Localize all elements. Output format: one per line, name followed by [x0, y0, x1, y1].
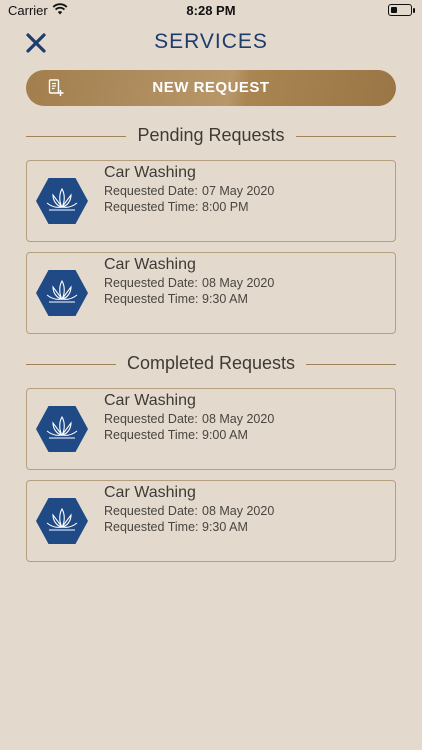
service-logo-icon: [36, 498, 88, 544]
request-card[interactable]: Car Washing Requested Date: 08 May 2020 R…: [26, 252, 396, 334]
requested-date-value: 07 May 2020: [202, 184, 275, 198]
requested-time-row: Requested Time: 9:00 AM: [104, 428, 248, 442]
service-logo-icon: [36, 270, 88, 316]
status-time: 8:28 PM: [186, 3, 236, 18]
pending-requests-heading: Pending Requests: [26, 125, 396, 149]
requested-time-row: Requested Time: 9:30 AM: [104, 292, 248, 306]
battery-icon: [388, 4, 415, 16]
page-title: SERVICES: [154, 30, 268, 53]
requested-time-row: Requested Time: 9:30 AM: [104, 520, 248, 534]
requested-date-label: Requested Date:: [104, 184, 198, 198]
service-name: Car Washing: [104, 392, 196, 409]
status-bar: Carrier 8:28 PM: [0, 0, 422, 22]
service-name: Car Washing: [104, 164, 196, 181]
requested-date-row: Requested Date: 07 May 2020: [104, 184, 274, 198]
requested-time-value: 9:30 AM: [202, 292, 248, 306]
pending-requests-title: Pending Requests: [129, 125, 293, 145]
requested-date-value: 08 May 2020: [202, 504, 275, 518]
requested-time-value: 8:00 PM: [202, 200, 249, 214]
requested-date-row: Requested Date: 08 May 2020: [104, 504, 274, 518]
completed-requests-heading: Completed Requests: [26, 353, 396, 377]
request-card[interactable]: Car Washing Requested Date: 08 May 2020 R…: [26, 480, 396, 562]
requested-time-label: Requested Time:: [104, 428, 199, 442]
requested-date-value: 08 May 2020: [202, 412, 275, 426]
requested-time-value: 9:00 AM: [202, 428, 248, 442]
header: SERVICES: [0, 28, 422, 58]
completed-requests-title: Completed Requests: [118, 353, 304, 373]
requested-date-label: Requested Date:: [104, 504, 198, 518]
service-name: Car Washing: [104, 256, 196, 273]
new-request-button[interactable]: NEW REQUEST: [26, 70, 396, 106]
requested-time-label: Requested Time:: [104, 200, 199, 214]
requested-date-label: Requested Date:: [104, 412, 198, 426]
request-card[interactable]: Car Washing Requested Date: 07 May 2020 R…: [26, 160, 396, 242]
service-name: Car Washing: [104, 484, 196, 501]
service-logo-icon: [36, 406, 88, 452]
requested-time-label: Requested Time:: [104, 520, 199, 534]
requested-date-label: Requested Date:: [104, 276, 198, 290]
requested-time-label: Requested Time:: [104, 292, 199, 306]
service-logo-icon: [36, 178, 88, 224]
requested-time-row: Requested Time: 8:00 PM: [104, 200, 249, 214]
request-card[interactable]: Car Washing Requested Date: 08 May 2020 R…: [26, 388, 396, 470]
requested-date-row: Requested Date: 08 May 2020: [104, 276, 274, 290]
new-request-label: NEW REQUEST: [152, 79, 270, 96]
requested-date-row: Requested Date: 08 May 2020: [104, 412, 274, 426]
requested-time-value: 9:30 AM: [202, 520, 248, 534]
requested-date-value: 08 May 2020: [202, 276, 275, 290]
